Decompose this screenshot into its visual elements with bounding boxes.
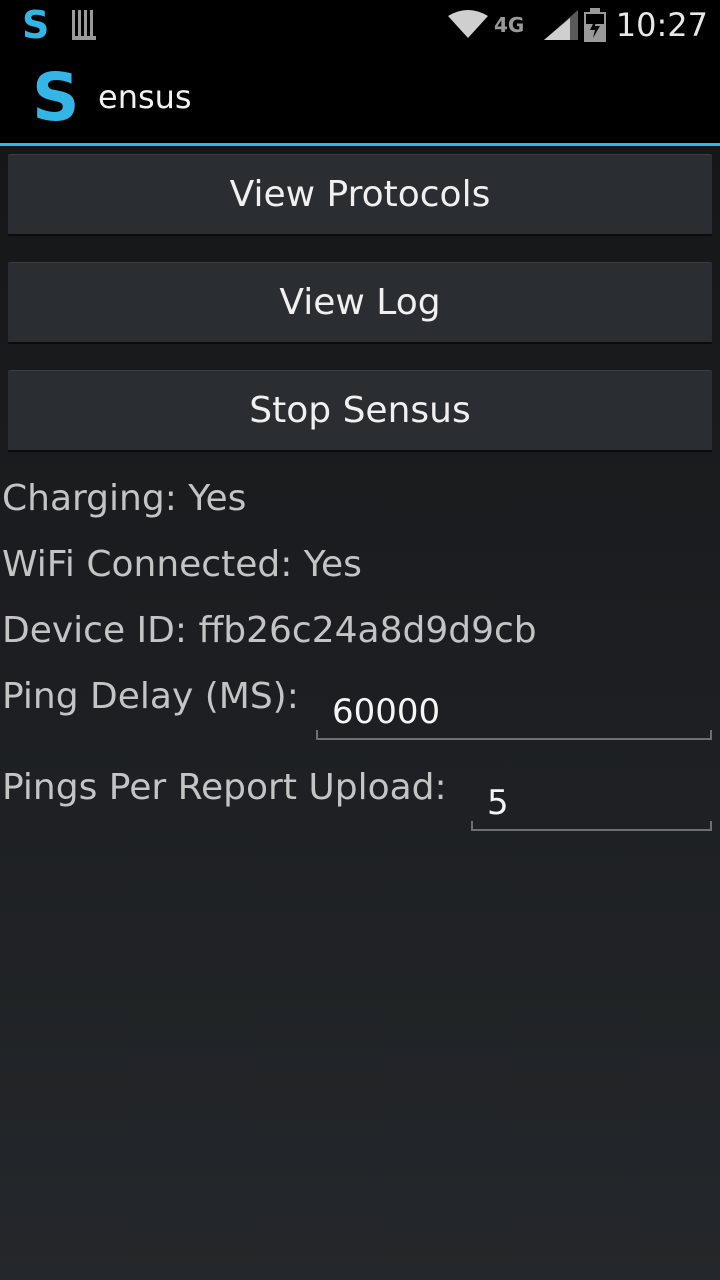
device-id: Device ID: ffb26c24a8d9d9cb xyxy=(2,610,537,651)
battery-charging-icon xyxy=(583,8,606,42)
status-icons: 4G 10:27 xyxy=(447,0,708,50)
clock: 10:27 xyxy=(615,6,708,44)
field-tick xyxy=(471,821,473,831)
pings-per-upload-field[interactable]: 5 xyxy=(471,771,712,831)
sd-card-icon xyxy=(72,10,96,40)
field-tick xyxy=(710,730,712,740)
app-title: ensus xyxy=(98,78,192,116)
lte-icon: 4G xyxy=(494,13,524,37)
ping-delay-field[interactable]: 60000 xyxy=(316,680,712,740)
signal-icon xyxy=(543,10,578,40)
view-protocols-button[interactable]: View Protocols xyxy=(8,154,712,236)
action-bar-divider xyxy=(0,143,720,146)
view-log-button[interactable]: View Log xyxy=(8,262,712,344)
pings-per-upload-value[interactable]: 5 xyxy=(487,783,509,823)
wifi-icon xyxy=(447,10,488,38)
app-logo-icon[interactable]: S xyxy=(32,60,80,136)
stop-sensus-button[interactable]: Stop Sensus xyxy=(8,370,712,452)
status-bar: S 4G 10:27 xyxy=(0,0,720,50)
field-tick xyxy=(710,821,712,831)
sensus-notification-icon: S xyxy=(22,3,50,47)
charging-status: Charging: Yes xyxy=(2,478,247,519)
svg-text:4G: 4G xyxy=(494,13,524,37)
field-tick xyxy=(316,730,318,740)
ping-delay-value[interactable]: 60000 xyxy=(332,692,440,732)
ping-delay-label: Ping Delay (MS): xyxy=(2,676,299,717)
pings-per-upload-label: Pings Per Report Upload: xyxy=(2,767,447,808)
wifi-status: WiFi Connected: Yes xyxy=(2,544,362,585)
field-underline xyxy=(471,829,712,831)
field-underline xyxy=(316,738,712,740)
